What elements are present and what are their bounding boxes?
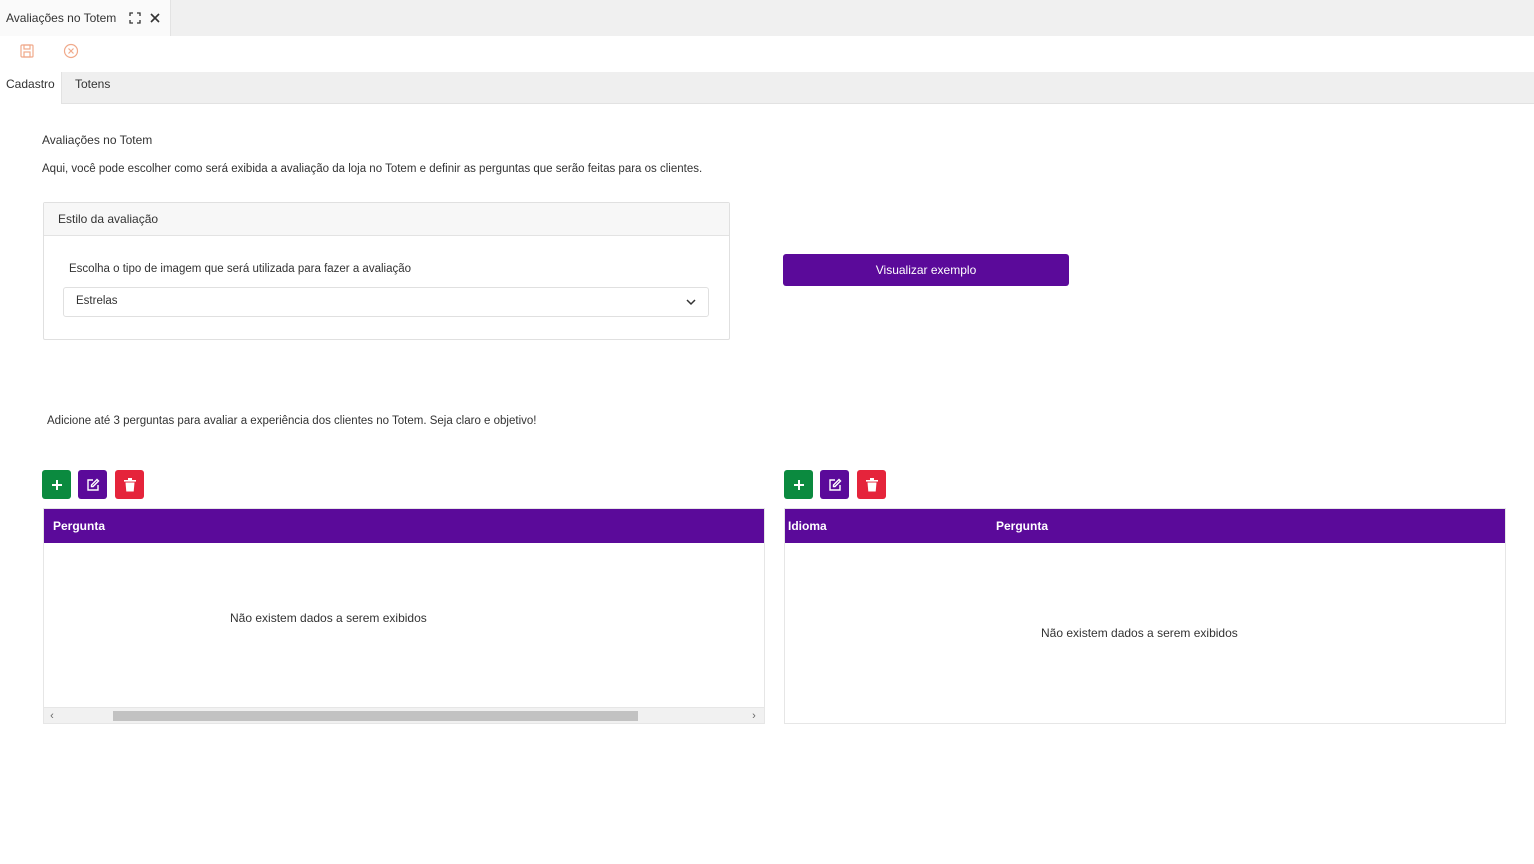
toolbar [0, 36, 1534, 72]
preview-example-button[interactable]: Visualizar exemplo [783, 254, 1069, 286]
edit-icon [86, 478, 99, 491]
plus-icon [51, 479, 62, 490]
edit-translation-button[interactable] [820, 470, 849, 499]
cancel-icon[interactable] [61, 41, 81, 61]
edit-question-button[interactable] [78, 470, 107, 499]
column-header-pergunta[interactable]: Pergunta [53, 519, 105, 533]
save-icon[interactable] [17, 41, 37, 61]
image-type-label: Escolha o tipo de imagem que será utiliz… [69, 263, 412, 275]
column-header-pergunta[interactable]: Pergunta [996, 519, 1048, 533]
close-icon[interactable] [145, 8, 165, 28]
maximize-icon[interactable] [125, 8, 145, 28]
tab-cadastro[interactable]: Cadastro [0, 72, 62, 104]
questions-hint: Adicione até 3 perguntas para avaliar a … [47, 415, 537, 427]
window-tab-strip [0, 0, 1534, 37]
page-description: Aqui, você pode escolher como será exibi… [42, 163, 703, 175]
page-title: Avaliações no Totem [42, 133, 153, 147]
questions-grid: Pergunta Não existem dados a serem exibi… [43, 508, 765, 724]
scroll-left-icon[interactable]: ‹ [46, 709, 58, 722]
add-translation-button[interactable] [784, 470, 813, 499]
image-type-selected-value: Estrelas [76, 295, 118, 307]
window-tab[interactable]: Avaliações no Totem [0, 0, 171, 36]
trash-icon [865, 477, 878, 491]
empty-grid-message: Não existem dados a serem exibidos [230, 611, 427, 625]
add-question-button[interactable] [42, 470, 71, 499]
delete-question-button[interactable] [115, 470, 144, 499]
grid-header: Pergunta [44, 509, 764, 543]
form-tabs [0, 72, 1534, 104]
rating-style-panel: Estilo da avaliação Escolha o tipo de im… [43, 202, 730, 340]
column-header-idioma[interactable]: Idioma [788, 519, 827, 533]
trash-icon [123, 477, 136, 491]
grid-header: Idioma Pergunta [785, 509, 1505, 543]
image-type-select[interactable]: Estrelas [63, 287, 709, 317]
horizontal-scrollbar[interactable]: ‹ › [44, 707, 764, 723]
chevron-down-icon [684, 295, 698, 309]
scrollbar-thumb[interactable] [113, 711, 638, 721]
delete-translation-button[interactable] [857, 470, 886, 499]
window-tab-title: Avaliações no Totem [6, 11, 117, 25]
translations-grid: Idioma Pergunta Não existem dados a sere… [784, 508, 1506, 724]
empty-grid-message: Não existem dados a serem exibidos [1041, 626, 1238, 640]
panel-header: Estilo da avaliação [44, 203, 729, 236]
edit-icon [828, 478, 841, 491]
plus-icon [793, 479, 804, 490]
tab-totens[interactable]: Totens [69, 72, 116, 103]
scroll-right-icon[interactable]: › [748, 709, 760, 722]
panel-header-title: Estilo da avaliação [58, 212, 159, 226]
